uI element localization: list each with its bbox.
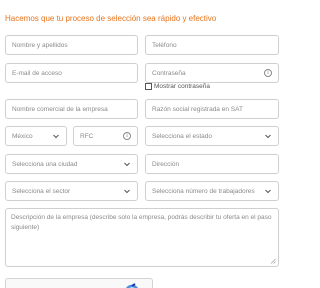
- phone-placeholder: Teléfono: [152, 41, 177, 49]
- phone-input[interactable]: Teléfono: [145, 35, 279, 55]
- rfc-placeholder: RFC: [80, 132, 94, 140]
- captcha-widget[interactable]: [5, 278, 153, 288]
- show-password-toggle[interactable]: Mostrar contraseña: [145, 83, 210, 90]
- sector-value: Selecciona el sector: [12, 187, 71, 195]
- employees-value: Selecciona número de trabajadores: [152, 187, 255, 195]
- recaptcha-logo-icon: [126, 283, 138, 288]
- address-placeholder: Dirección: [152, 160, 180, 168]
- company-name-placeholder: Nombre comercial de la empresa: [12, 105, 108, 113]
- city-select[interactable]: Selecciona una ciudad: [5, 154, 138, 174]
- description-textarea[interactable]: Descripción de la empresa (describe solo…: [5, 208, 279, 267]
- chevron-down-icon: [265, 134, 271, 139]
- company-name-input[interactable]: Nombre comercial de la empresa: [5, 99, 138, 119]
- resize-grip-icon[interactable]: [270, 258, 276, 264]
- show-password-label: Mostrar contraseña: [154, 83, 210, 90]
- country-select[interactable]: México: [5, 126, 67, 146]
- registration-page: Hacemos que tu proceso de selección sea …: [0, 0, 288, 288]
- email-input[interactable]: E-mail de acceso: [5, 63, 138, 83]
- chevron-down-icon: [265, 189, 271, 194]
- name-input[interactable]: Nombre y apellidos: [5, 35, 138, 55]
- employees-select[interactable]: Selecciona número de trabajadores: [145, 181, 279, 201]
- country-value: México: [12, 132, 33, 140]
- chevron-down-icon: [53, 134, 59, 139]
- address-input[interactable]: Dirección: [145, 154, 279, 174]
- city-value: Selecciona una ciudad: [12, 160, 78, 168]
- info-circle-icon[interactable]: i: [123, 132, 131, 140]
- legal-name-input[interactable]: Razón social registrada en SAT: [145, 99, 279, 119]
- chevron-down-icon: [124, 162, 130, 167]
- email-placeholder: E-mail de acceso: [12, 69, 62, 77]
- state-value: Selecciona el estado: [152, 132, 212, 140]
- password-placeholder: Contraseña: [152, 69, 186, 77]
- legal-name-placeholder: Razón social registrada en SAT: [152, 105, 243, 113]
- checkbox-icon[interactable]: [145, 83, 152, 90]
- password-input[interactable]: Contraseña i: [145, 63, 279, 83]
- description-placeholder: Descripción de la empresa (describe solo…: [11, 214, 272, 231]
- state-select[interactable]: Selecciona el estado: [145, 126, 279, 146]
- rfc-input[interactable]: RFC i: [73, 126, 138, 146]
- chevron-down-icon: [124, 189, 130, 194]
- name-placeholder: Nombre y apellidos: [12, 41, 68, 49]
- info-circle-icon[interactable]: i: [264, 69, 272, 77]
- sector-select[interactable]: Selecciona el sector: [5, 181, 138, 201]
- form-heading: Hacemos que tu proceso de selección sea …: [5, 14, 217, 23]
